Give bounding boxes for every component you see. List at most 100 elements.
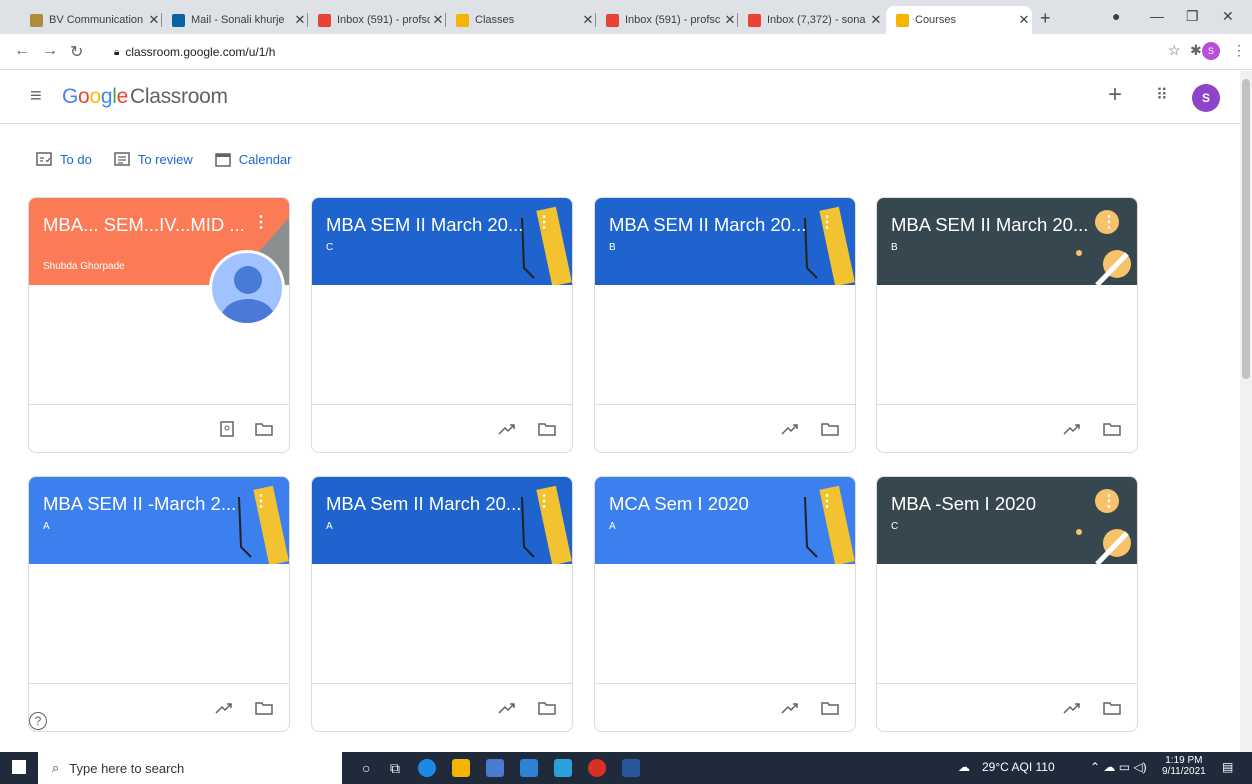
more-options-icon[interactable]: ⋮ (1101, 212, 1117, 232)
folder-icon[interactable] (255, 700, 273, 716)
course-card[interactable]: MBA Sem II March 20... A ⋮ (311, 476, 573, 732)
profile-avatar[interactable]: S (1202, 42, 1220, 60)
weather-text[interactable]: 29°C AQI 110 (982, 760, 1055, 774)
notifications-icon[interactable]: ▤ (1222, 760, 1233, 774)
course-card-header[interactable]: MBA SEM II March 20... B ⋮ (595, 198, 855, 285)
course-title[interactable]: MBA SEM II -March 2... (43, 493, 243, 515)
trending-up-icon[interactable] (498, 421, 516, 437)
task-view-icon[interactable]: ⧉ (390, 760, 400, 777)
course-card[interactable]: MBA SEM II March 20... C ⋮ (311, 197, 573, 453)
bookmark-star-icon[interactable]: ☆ (1168, 42, 1181, 59)
more-options-icon[interactable]: ⋮ (1101, 491, 1117, 511)
course-card-header[interactable]: MBA -Sem I 2020 C ⋮ (877, 477, 1137, 564)
close-tab-icon[interactable]: ✕ (1016, 12, 1032, 28)
trending-up-icon[interactable] (781, 421, 799, 437)
browser-tab[interactable]: Inbox (591) - profsc ✕ (596, 6, 738, 34)
new-tab-button[interactable]: + (1040, 8, 1051, 29)
close-tab-icon[interactable]: ✕ (146, 12, 162, 28)
browser-menu-icon[interactable]: ⋮ (1232, 42, 1246, 59)
calendar-link[interactable]: Calendar (214, 151, 292, 167)
apps-grid-icon[interactable]: ⠿ (1156, 85, 1168, 105)
folder-icon[interactable] (1103, 421, 1121, 437)
folder-icon[interactable] (255, 421, 273, 437)
reload-icon[interactable]: ↻ (70, 42, 83, 62)
course-title[interactable]: MBA SEM II March 20... (609, 214, 809, 236)
add-class-icon[interactable]: + (1108, 81, 1122, 109)
more-options-icon[interactable]: ⋮ (253, 491, 269, 511)
trending-up-icon[interactable] (781, 700, 799, 716)
course-title[interactable]: MBA... SEM...IV...MID ... (43, 214, 243, 236)
course-card[interactable]: MBA SEM II March 20... B ⋮ (876, 197, 1138, 453)
course-card[interactable]: MBA SEM II March 20... B ⋮ (594, 197, 856, 453)
forward-arrow-icon[interactable]: → (42, 42, 58, 60)
course-card-header[interactable]: MBA Sem II March 20... A ⋮ (312, 477, 572, 564)
more-options-icon[interactable]: ⋮ (819, 212, 835, 232)
course-card[interactable]: MBA -Sem I 2020 C ⋮ (876, 476, 1138, 732)
folder-icon[interactable] (538, 421, 556, 437)
system-tray-icons[interactable]: ⌃ ☁ ▭ ◁) (1090, 760, 1147, 774)
course-title[interactable]: MBA Sem II March 20... (326, 493, 526, 515)
more-options-icon[interactable]: ⋮ (253, 212, 269, 232)
course-card-header[interactable]: MCA Sem I 2020 A ⋮ (595, 477, 855, 564)
back-arrow-icon[interactable]: ← (14, 42, 30, 60)
browser-tab[interactable]: Mail - Sonali khurje ✕ (162, 6, 308, 34)
folder-icon[interactable] (1103, 700, 1121, 716)
close-window-button[interactable]: ✕ (1222, 8, 1234, 25)
help-icon[interactable]: ? (29, 712, 47, 730)
store-icon[interactable] (486, 759, 504, 777)
trending-up-icon[interactable] (1063, 421, 1081, 437)
course-card-header[interactable]: MBA SEM II March 20... B ⋮ (877, 198, 1137, 285)
browser-tab-active[interactable]: Courses ✕ (886, 6, 1032, 34)
trending-up-icon[interactable] (215, 700, 233, 716)
browser-tab[interactable]: BV Communication ✕ (20, 6, 162, 34)
to-review-link[interactable]: To review (114, 151, 193, 167)
browser-tab[interactable]: Inbox (591) - profsc ✕ (308, 6, 446, 34)
course-card-header[interactable]: MBA SEM II -March 2... A ⋮ (29, 477, 289, 564)
main-menu-icon[interactable]: ≡ (30, 85, 42, 108)
course-title[interactable]: MCA Sem I 2020 (609, 493, 809, 515)
clock[interactable]: 1:19 PM 9/11/2021 (1162, 755, 1206, 777)
word-icon[interactable] (622, 759, 640, 777)
more-options-icon[interactable]: ⋮ (536, 212, 552, 232)
more-options-icon[interactable]: ⋮ (536, 491, 552, 511)
trending-up-icon[interactable] (1063, 700, 1081, 716)
course-card[interactable]: MCA Sem I 2020 A ⋮ (594, 476, 856, 732)
trending-up-icon[interactable] (498, 700, 516, 716)
browser-tab[interactable]: Inbox (7,372) - sona ✕ (738, 6, 884, 34)
close-tab-icon[interactable]: ✕ (580, 12, 596, 28)
folder-icon[interactable] (538, 700, 556, 716)
outlook-icon[interactable] (554, 759, 572, 777)
course-title[interactable]: MBA SEM II March 20... (891, 214, 1091, 236)
course-title[interactable]: MBA -Sem I 2020 (891, 493, 1091, 515)
close-tab-icon[interactable]: ✕ (868, 12, 884, 28)
classwork-icon[interactable] (219, 421, 235, 437)
course-title[interactable]: MBA SEM II March 20... (326, 214, 526, 236)
scrollbar-thumb[interactable] (1242, 79, 1250, 379)
chrome-icon[interactable] (588, 759, 606, 777)
browser-tab[interactable]: Classes ✕ (446, 6, 596, 34)
close-tab-icon[interactable]: ✕ (430, 12, 446, 28)
profile-indicator-icon[interactable]: ● (1112, 8, 1120, 24)
course-card[interactable]: MBA SEM II -March 2... A ⋮ (28, 476, 290, 732)
windows-start-icon[interactable] (12, 760, 26, 774)
file-explorer-icon[interactable] (452, 759, 470, 777)
close-tab-icon[interactable]: ✕ (722, 12, 738, 28)
account-avatar[interactable]: S (1192, 84, 1220, 112)
page-scrollbar[interactable] (1240, 71, 1252, 752)
url-field[interactable]: 🔒︎ classroom.google.com/u/1/h (104, 38, 1144, 66)
close-tab-icon[interactable]: ✕ (292, 12, 308, 28)
google-classroom-logo[interactable]: GoogleClassroom (62, 85, 228, 109)
mail-app-icon[interactable] (520, 759, 538, 777)
restore-button[interactable]: ❐ (1186, 8, 1199, 25)
todo-link[interactable]: To do (36, 151, 92, 167)
more-options-icon[interactable]: ⋮ (819, 491, 835, 511)
minimize-button[interactable]: — (1150, 8, 1164, 24)
extensions-icon[interactable]: ✱ (1190, 42, 1202, 59)
folder-icon[interactable] (821, 421, 839, 437)
course-card[interactable]: MBA... SEM...IV...MID ... Shubda Ghorpade… (28, 197, 290, 453)
cortana-icon[interactable]: ○ (362, 760, 370, 776)
edge-browser-icon[interactable] (418, 759, 436, 777)
course-card-header[interactable]: MBA SEM II March 20... C ⋮ (312, 198, 572, 285)
taskbar-search-box[interactable]: ⌕ Type here to search (38, 752, 342, 784)
folder-icon[interactable] (821, 700, 839, 716)
